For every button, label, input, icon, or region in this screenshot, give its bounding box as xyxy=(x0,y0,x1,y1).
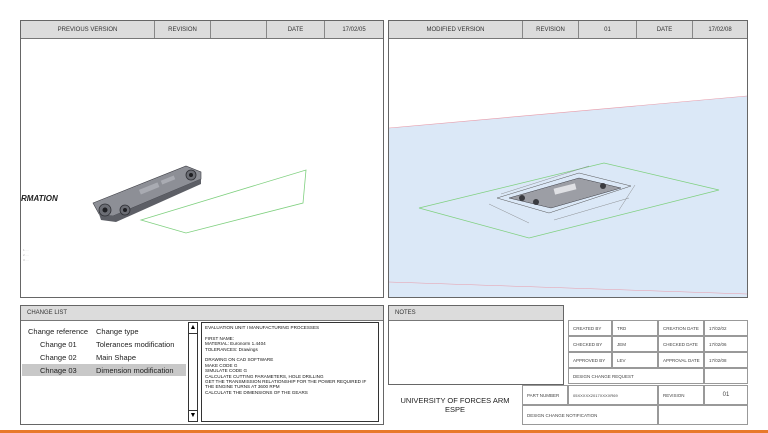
change-row-03-selected[interactable]: Chnage 03 Dimension modification xyxy=(22,364,186,376)
title-revision-value: 01 xyxy=(704,385,748,405)
created-by-label: CREATED BY xyxy=(568,320,612,336)
change-type: Tolerances modification xyxy=(96,339,175,349)
prev-date-label: DATE xyxy=(267,21,325,38)
change-row-01[interactable]: Change 01 Tolerances modification xyxy=(22,338,186,350)
change-ref: Chnage 03 xyxy=(40,365,77,375)
details-line: CALCULATE THE DIMENSIONS OF THE GEARS xyxy=(205,389,308,395)
university-name: UNIVERSITY OF FORCES ARM ESPE xyxy=(388,385,522,425)
previous-version-header: PREVIOUS VERSION REVISION DATE 17/02/05 xyxy=(21,21,383,39)
prev-faint-note: 3. ... xyxy=(23,258,29,262)
title-revision-label: REVISION xyxy=(658,385,704,405)
mod-date-label: DATE xyxy=(637,21,693,38)
notes-header: NOTES xyxy=(389,306,563,321)
approval-date-value: 17/02/08 xyxy=(704,352,748,368)
previous-model-render xyxy=(92,165,307,234)
prev-watermark: RMATION xyxy=(21,194,58,203)
creation-date-value: 17/02/02 xyxy=(704,320,748,336)
checked-by-value: JEM xyxy=(612,336,658,352)
notes-panel: NOTES xyxy=(388,305,564,385)
change-list-header: CHANGE LIST xyxy=(21,306,383,321)
checked-date-value: 17/02/06 xyxy=(704,336,748,352)
change-type: Dimension modification xyxy=(96,365,174,375)
design-change-request-label: DESIGN CHANGE REQUEST xyxy=(568,368,704,384)
checked-by-label: CHECKED BY xyxy=(568,336,612,352)
previous-version-viewport[interactable]: RMATION 1. ... 2. ... 3. ... xyxy=(21,38,383,297)
design-change-notification-label: DESIGN CHANGE NOTIFICATION xyxy=(522,405,658,425)
approved-by-label: APPROVED BY xyxy=(568,352,612,368)
prev-date-value: 17/02/05 xyxy=(342,26,366,33)
creation-date-label: CREATION DATE xyxy=(658,320,704,336)
col-change-reference: Change reference xyxy=(28,326,89,336)
change-list-scrollbar[interactable]: ▲ ▼ xyxy=(188,322,198,422)
modified-version-panel: MODIFIED VERSION REVISION 01 DATE 17/02/… xyxy=(388,20,748,298)
mod-title: MODIFIED VERSION xyxy=(389,21,523,38)
mod-revision-label: REVISION xyxy=(523,21,579,38)
modified-version-header: MODIFIED VERSION REVISION 01 DATE 17/02/… xyxy=(389,21,747,39)
change-row-02[interactable]: Change 02 Main Shape xyxy=(22,351,186,363)
prev-revision-label: REVISION xyxy=(155,21,211,38)
approved-by-value: LEV xyxy=(612,352,658,368)
prev-revision-value xyxy=(211,21,267,38)
modified-version-viewport[interactable] xyxy=(389,38,747,297)
change-type: Main Shape xyxy=(96,352,137,362)
previous-version-panel: PREVIOUS VERSION REVISION DATE 17/02/05 xyxy=(20,20,384,298)
change-list-title: CHANGE LIST xyxy=(27,310,68,316)
change-ref: Change 01 xyxy=(40,339,77,349)
change-ref: Change 02 xyxy=(40,352,77,362)
notes-title: NOTES xyxy=(395,310,416,316)
part-number-value: 05XXXXX2017XXXXR69 xyxy=(568,385,658,405)
scroll-up-button[interactable]: ▲ xyxy=(189,323,197,334)
mod-date-value: 17/02/08 xyxy=(708,26,732,33)
col-change-type: Change type xyxy=(96,326,139,336)
prev-faint-notes: 1. ... 2. ... 3. ... xyxy=(23,248,29,263)
created-by-value: TRD xyxy=(612,320,658,336)
design-change-notification-value xyxy=(658,405,748,425)
design-change-request-value xyxy=(704,368,748,384)
prev-part xyxy=(92,165,202,222)
part-number-label: PART NUMBER xyxy=(522,385,568,405)
prev-title: PREVIOUS VERSION xyxy=(21,21,155,38)
change-list-column-headers: Change reference Change type xyxy=(28,325,186,337)
approval-date-label: APPROVAL DATE xyxy=(658,352,704,368)
mod-revision-value: 01 xyxy=(579,21,637,38)
change-details-text: EVALUATION UNIT I MANUFACTURING PROCESSE… xyxy=(201,322,379,422)
modified-model-render xyxy=(389,95,747,297)
university-line-1: UNIVERSITY OF FORCES ARM xyxy=(400,396,510,405)
scroll-down-button[interactable]: ▼ xyxy=(189,410,197,421)
university-line-2: ESPE xyxy=(444,405,465,414)
checked-date-label: CHECKED DATE xyxy=(658,336,704,352)
